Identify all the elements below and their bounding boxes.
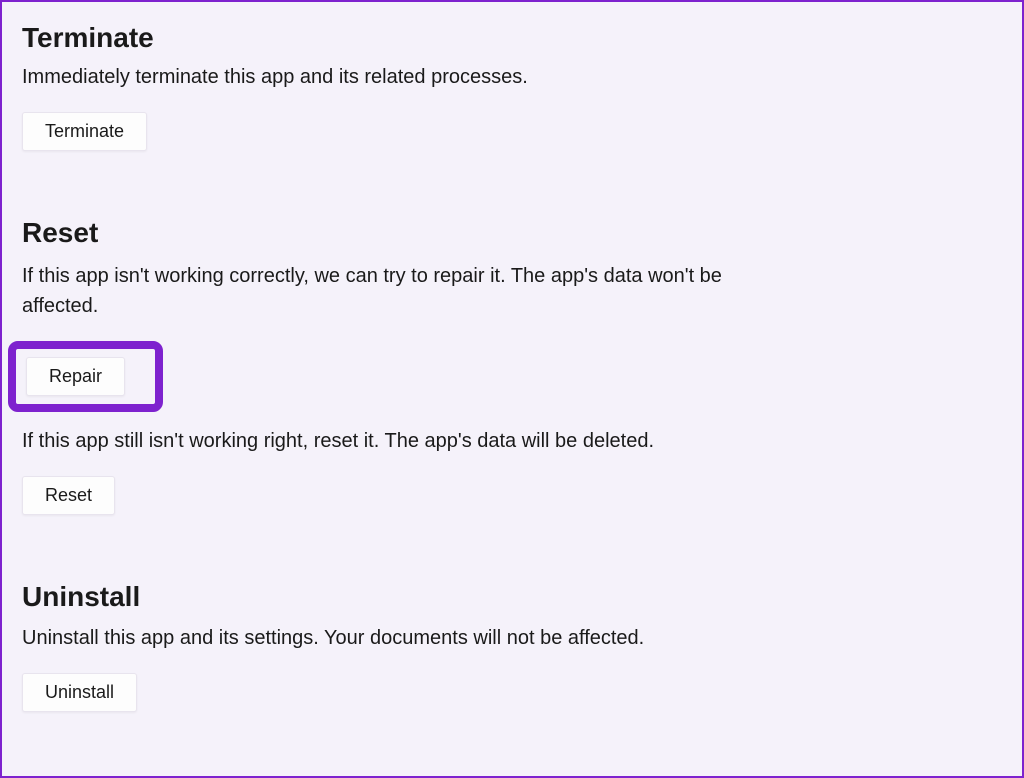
reset-button[interactable]: Reset [22, 476, 115, 515]
repair-highlight: Repair [8, 341, 163, 412]
settings-panel: Terminate Immediately terminate this app… [2, 2, 1022, 748]
terminate-section: Terminate Immediately terminate this app… [22, 22, 1002, 167]
terminate-description: Immediately terminate this app and its r… [22, 62, 722, 92]
terminate-title: Terminate [22, 22, 1002, 54]
repair-button[interactable]: Repair [26, 357, 125, 396]
uninstall-section: Uninstall Uninstall this app and its set… [22, 581, 1002, 728]
terminate-button[interactable]: Terminate [22, 112, 147, 151]
reset-description: If this app still isn't working right, r… [22, 426, 722, 456]
reset-title: Reset [22, 217, 1002, 249]
uninstall-button[interactable]: Uninstall [22, 673, 137, 712]
uninstall-title: Uninstall [22, 581, 1002, 613]
uninstall-description: Uninstall this app and its settings. You… [22, 623, 722, 653]
repair-description: If this app isn't working correctly, we … [22, 261, 722, 321]
reset-section: Reset If this app isn't working correctl… [22, 217, 1002, 531]
